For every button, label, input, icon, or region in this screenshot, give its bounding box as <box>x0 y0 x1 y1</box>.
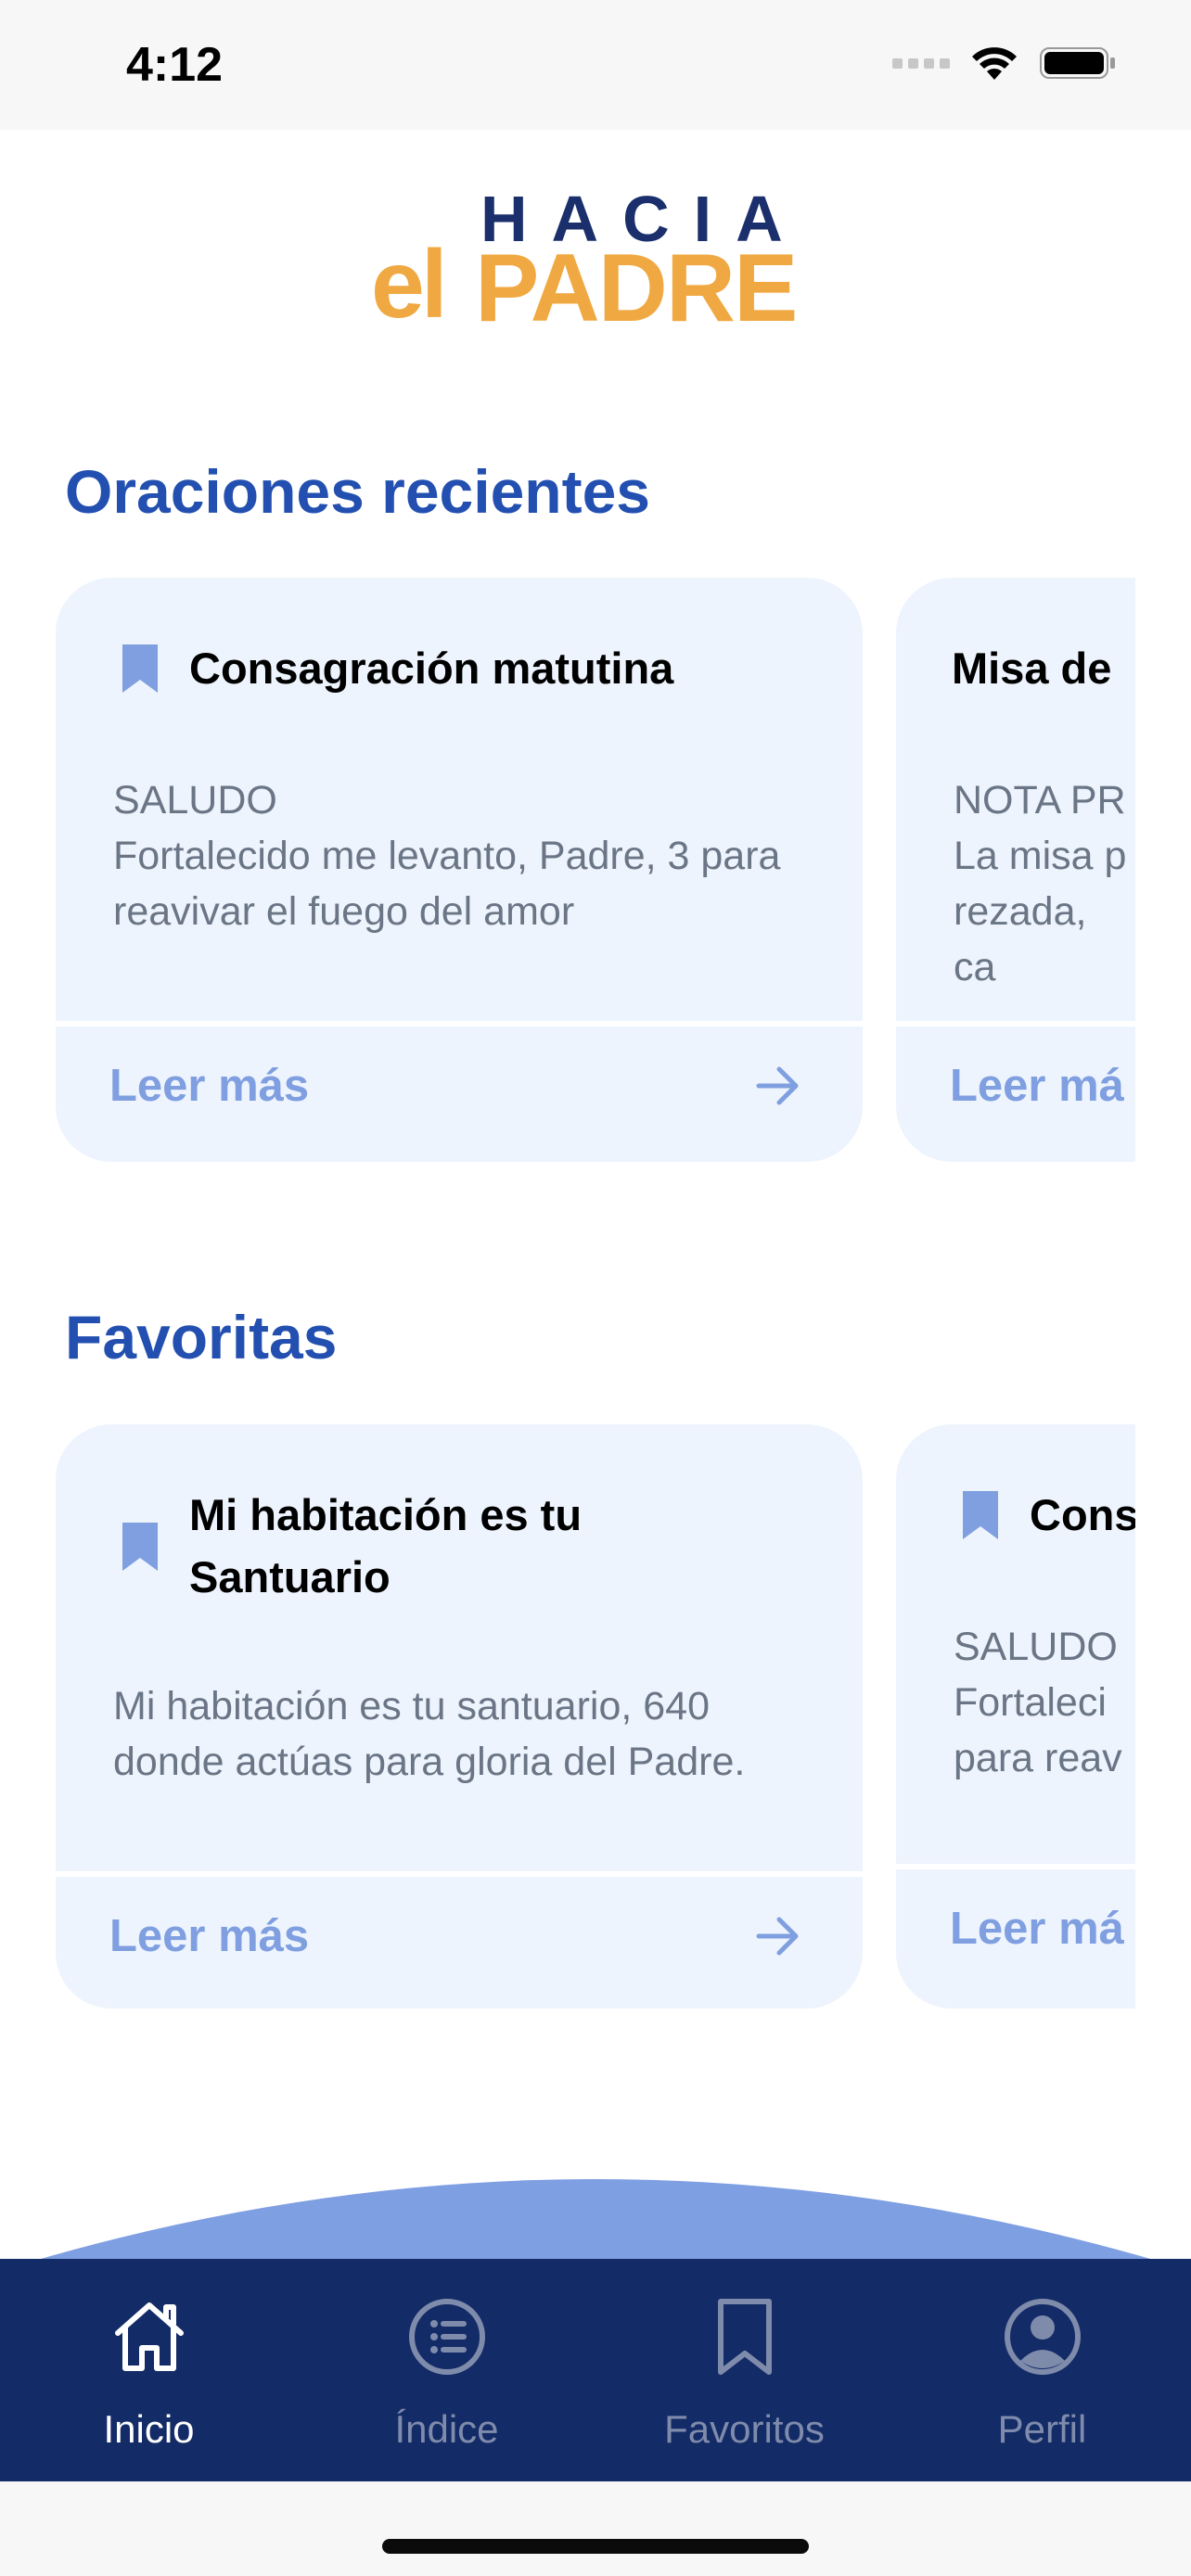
card-label: NOTA PR <box>954 778 1126 823</box>
card-excerpt: La misa p rezada, ca <box>954 834 1127 989</box>
read-more-link[interactable]: Leer má <box>950 1060 1124 1112</box>
tab-inicio[interactable]: Inicio <box>0 2259 298 2481</box>
status-time: 4:12 <box>126 38 224 92</box>
prayer-card[interactable]: Misa de NOTA PR La misa p rezada, ca Lee… <box>896 578 1135 1162</box>
status-bar: 4:12 <box>0 0 1191 130</box>
card-label: SALUDO <box>113 778 277 823</box>
card-divider <box>896 1021 1135 1027</box>
decorative-arc <box>28 2179 1163 2263</box>
favorites-section-title: Favoritas <box>65 1303 338 1371</box>
prayer-card[interactable]: Cons SALUDO Fortaleci para reav Leer má <box>896 1424 1135 2009</box>
card-divider <box>896 1864 1135 1869</box>
tab-label: Inicio <box>103 2407 195 2451</box>
profile-icon <box>1004 2299 1081 2375</box>
tab-label: Favoritos <box>664 2407 825 2451</box>
card-excerpt: Fortaleci para reav <box>954 1680 1122 1780</box>
tab-perfil[interactable]: Perfil <box>893 2259 1191 2481</box>
logo-padre: PADRE <box>475 235 798 342</box>
prayer-card[interactable]: Consagración matutina SALUDO Fortalecido… <box>56 578 863 1162</box>
read-more-link[interactable]: Leer más <box>109 1910 309 1962</box>
card-divider <box>56 1021 863 1027</box>
battery-icon <box>1040 47 1115 79</box>
cellular-signal-icon <box>892 57 950 69</box>
recent-carousel[interactable]: Consagración matutina SALUDO Fortalecido… <box>56 578 1135 1162</box>
home-indicator-area <box>0 2481 1191 2576</box>
arrow-right-icon[interactable] <box>755 1065 801 1106</box>
bookmark-icon[interactable] <box>121 643 160 695</box>
card-title: Cons <box>1030 1490 1135 1539</box>
tab-favoritos[interactable]: Favoritos <box>596 2259 893 2481</box>
bookmark-icon[interactable] <box>121 1521 160 1573</box>
home-icon <box>114 2302 184 2371</box>
card-divider <box>56 1871 863 1877</box>
home-indicator[interactable] <box>382 2539 809 2554</box>
tab-label: Perfil <box>997 2407 1087 2451</box>
recent-section-title: Oraciones recientes <box>65 457 650 526</box>
card-excerpt: Mi habitación es tu santuario, 640 donde… <box>113 1684 746 1784</box>
card-label: SALUDO <box>954 1625 1118 1669</box>
list-icon <box>408 2299 485 2375</box>
bookmark-icon <box>717 2299 772 2375</box>
prayer-card[interactable]: Mi habitación es tu Santuario Mi habitac… <box>56 1424 863 2009</box>
read-more-link[interactable]: Leer má <box>950 1903 1124 1955</box>
app-logo: HACIA el PADRE <box>371 176 826 343</box>
card-excerpt: Fortalecido me levanto, Padre, 3 para re… <box>113 834 781 934</box>
bookmark-icon[interactable] <box>961 1489 1000 1541</box>
read-more-link[interactable]: Leer más <box>109 1060 309 1112</box>
logo-el: el <box>371 231 448 338</box>
tab-bar: Inicio Índice Favoritos Perfil <box>0 2259 1191 2481</box>
card-title: Mi habitación es tu Santuario <box>189 1490 583 1601</box>
status-icons <box>892 45 1117 82</box>
tab-indice[interactable]: Índice <box>298 2259 596 2481</box>
wifi-icon <box>972 47 1017 80</box>
home-screen: 4:12 HACIA el PADRE Oraciones recientes <box>0 0 1191 2576</box>
tab-label: Índice <box>394 2407 499 2451</box>
arrow-right-icon[interactable] <box>755 1916 801 1957</box>
favorites-carousel[interactable]: Mi habitación es tu Santuario Mi habitac… <box>56 1424 1135 2009</box>
card-title: Consagración matutina <box>189 644 674 693</box>
card-title: Misa de <box>952 644 1112 693</box>
